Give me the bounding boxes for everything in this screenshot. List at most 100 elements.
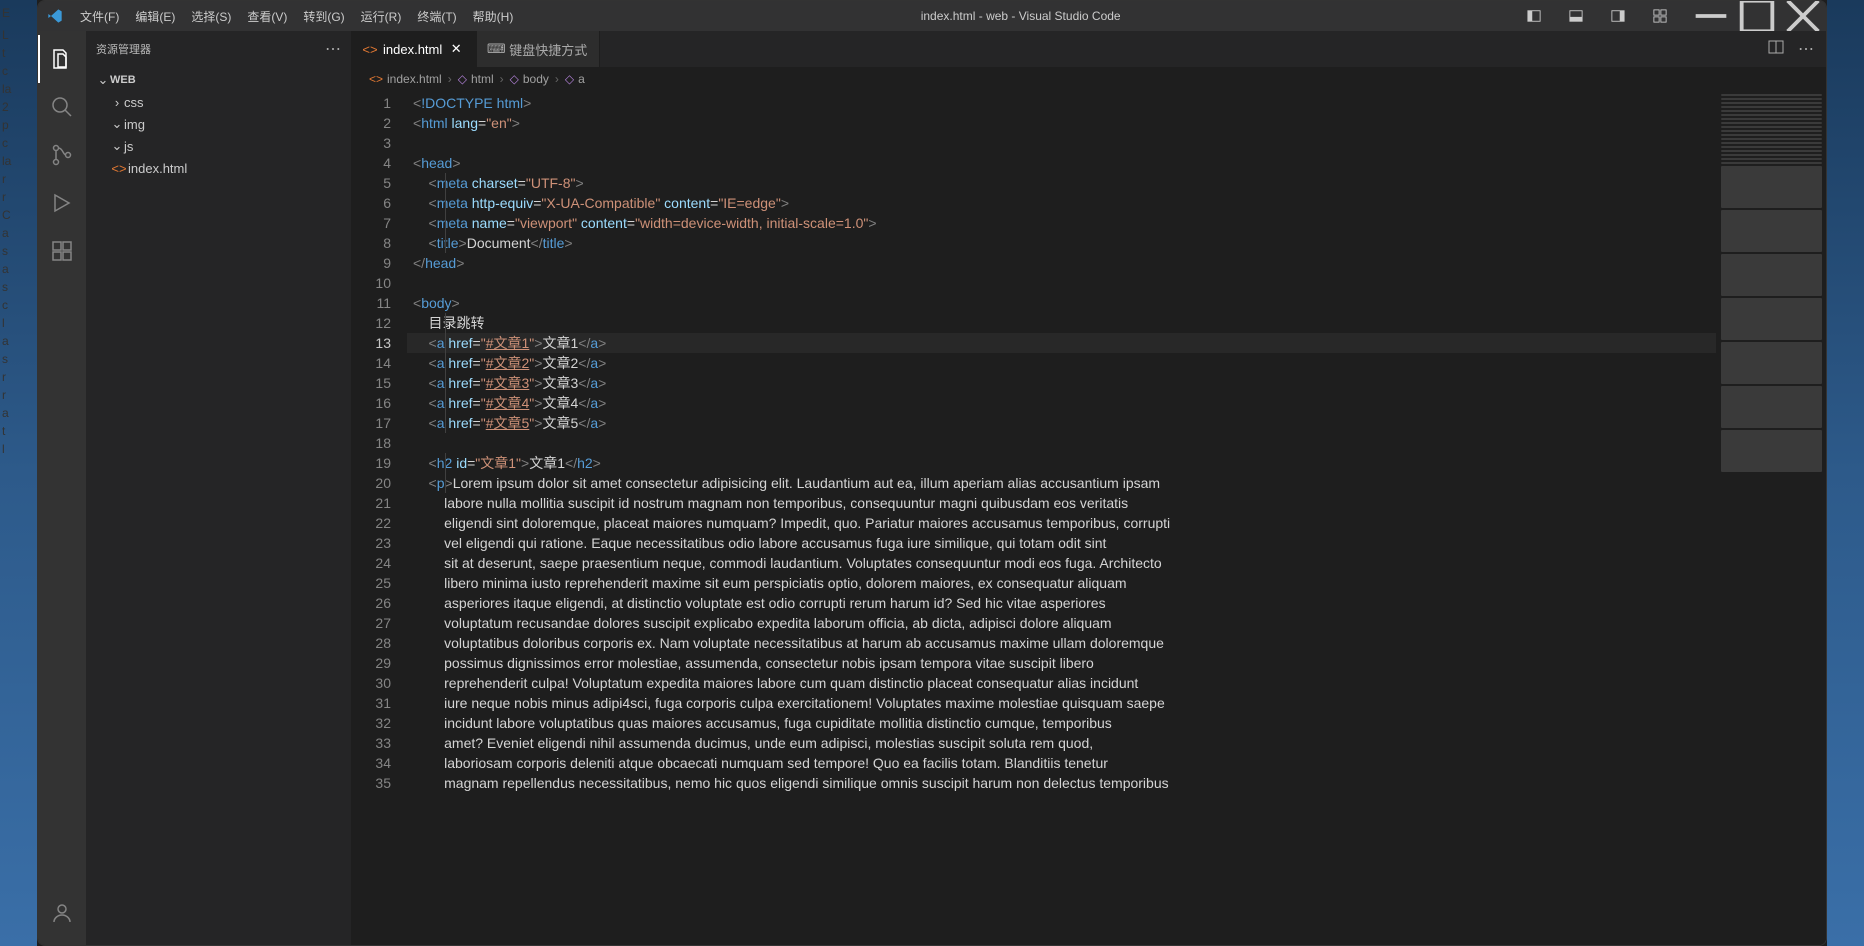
code-line[interactable]: asperiores itaque eligendi, at distincti… [407,593,1716,613]
line-number[interactable]: 7 [351,213,391,233]
tree-root[interactable]: ⌄ WEB [86,69,351,91]
line-number[interactable]: 23 [351,533,391,553]
code-editor[interactable]: <!DOCTYPE html><html lang="en"> <head> <… [407,91,1716,945]
source-control-icon[interactable] [38,131,86,179]
code-line[interactable]: amet? Eveniet eligendi nihil assumenda d… [407,733,1716,753]
line-number[interactable]: 33 [351,733,391,753]
tree-folder[interactable]: ⌄js [86,135,351,157]
line-number[interactable]: 31 [351,693,391,713]
line-number[interactable]: 13 [351,333,391,353]
editor-tab[interactable]: ⌨键盘快捷方式 [477,31,600,67]
code-line[interactable]: <a href="#文章4">文章4</a> [407,393,1716,413]
toggle-panel-bottom-icon[interactable] [1562,1,1590,31]
explorer-icon[interactable] [38,35,86,83]
code-line[interactable]: voluptatibus doloribus corporis ex. Nam … [407,633,1716,653]
menu-item[interactable]: 终端(T) [409,1,464,31]
line-number[interactable]: 10 [351,273,391,293]
code-line[interactable]: libero minima iusto reprehenderit maxime… [407,573,1716,593]
code-line[interactable]: laboriosam corporis deleniti atque obcae… [407,753,1716,773]
line-number[interactable]: 4 [351,153,391,173]
line-number[interactable]: 21 [351,493,391,513]
line-number[interactable]: 8 [351,233,391,253]
editor-tab[interactable]: <>index.html✕ [351,31,477,67]
close-button[interactable] [1780,1,1826,31]
code-line[interactable] [407,133,1716,153]
line-number[interactable]: 5 [351,173,391,193]
run-debug-icon[interactable] [38,179,86,227]
line-number[interactable]: 32 [351,713,391,733]
menu-item[interactable]: 运行(R) [353,1,410,31]
code-line[interactable]: <meta charset="UTF-8"> [407,173,1716,193]
code-line[interactable]: reprehenderit culpa! Voluptatum expedita… [407,673,1716,693]
split-editor-icon[interactable] [1768,39,1784,60]
accounts-icon[interactable] [38,889,86,937]
line-number[interactable]: 28 [351,633,391,653]
line-number[interactable]: 25 [351,573,391,593]
line-number[interactable]: 12 [351,313,391,333]
code-line[interactable]: <head> [407,153,1716,173]
minimap[interactable] [1716,91,1826,945]
line-number[interactable]: 30 [351,673,391,693]
menu-item[interactable]: 查看(V) [239,1,295,31]
menu-item[interactable]: 文件(F) [72,1,127,31]
code-line[interactable]: 目录跳转 [407,313,1716,333]
toggle-panel-right-icon[interactable] [1604,1,1632,31]
tree-folder[interactable]: ›css [86,91,351,113]
tree-file[interactable]: <>index.html [86,157,351,179]
line-number[interactable]: 22 [351,513,391,533]
code-line[interactable]: <!DOCTYPE html> [407,93,1716,113]
close-icon[interactable]: ✕ [448,41,464,57]
line-number[interactable]: 19 [351,453,391,473]
line-number[interactable]: 16 [351,393,391,413]
menu-item[interactable]: 选择(S) [183,1,239,31]
code-line[interactable]: <meta name="viewport" content="width=dev… [407,213,1716,233]
code-line[interactable]: iure neque nobis minus adipi4sci, fuga c… [407,693,1716,713]
line-number[interactable]: 2 [351,113,391,133]
breadcrumb-item[interactable]: ◇body [510,72,549,86]
code-line[interactable]: <a href="#文章5">文章5</a> [407,413,1716,433]
toggle-panel-left-icon[interactable] [1520,1,1548,31]
code-line[interactable]: possimus dignissimos error molestiae, as… [407,653,1716,673]
breadcrumb-item[interactable]: <>index.html [369,72,442,86]
code-line[interactable]: voluptatum recusandae dolores suscipit e… [407,613,1716,633]
code-line[interactable]: <p>Lorem ipsum dolor sit amet consectetu… [407,473,1716,493]
code-line[interactable]: <h2 id="文章1">文章1</h2> [407,453,1716,473]
code-line[interactable]: <title>Document</title> [407,233,1716,253]
extensions-icon[interactable] [38,227,86,275]
line-number[interactable]: 15 [351,373,391,393]
code-line[interactable]: magnam repellendus necessitatibus, nemo … [407,773,1716,793]
line-number[interactable]: 9 [351,253,391,273]
line-number[interactable]: 1 [351,93,391,113]
code-line[interactable] [407,433,1716,453]
line-number[interactable]: 27 [351,613,391,633]
sidebar-more-icon[interactable]: ⋯ [325,39,341,59]
line-number[interactable]: 29 [351,653,391,673]
menu-item[interactable]: 转到(G) [295,1,352,31]
line-number[interactable]: 14 [351,353,391,373]
breadcrumb-item[interactable]: ◇a [565,72,585,86]
line-number[interactable]: 6 [351,193,391,213]
breadcrumb-item[interactable]: ◇html [458,72,494,86]
line-number[interactable]: 34 [351,753,391,773]
customize-layout-icon[interactable] [1646,1,1674,31]
code-line[interactable]: labore nulla mollitia suscipit id nostru… [407,493,1716,513]
code-line[interactable]: sit at deserunt, saepe praesentium neque… [407,553,1716,573]
code-line[interactable]: incidunt labore voluptatibus quas maiore… [407,713,1716,733]
maximize-button[interactable] [1734,1,1780,31]
minimize-button[interactable] [1688,1,1734,31]
tree-folder[interactable]: ⌄img [86,113,351,135]
code-line[interactable]: eligendi sint doloremque, placeat maiore… [407,513,1716,533]
code-line[interactable]: <meta http-equiv="X-UA-Compatible" conte… [407,193,1716,213]
code-line[interactable] [407,273,1716,293]
search-icon[interactable] [38,83,86,131]
line-number[interactable]: 24 [351,553,391,573]
line-number[interactable]: 26 [351,593,391,613]
line-number[interactable]: 11 [351,293,391,313]
code-line[interactable]: <a href="#文章3">文章3</a> [407,373,1716,393]
line-number[interactable]: 17 [351,413,391,433]
menu-item[interactable]: 帮助(H) [465,1,522,31]
code-line[interactable]: </head> [407,253,1716,273]
line-number[interactable]: 20 [351,473,391,493]
code-line[interactable]: <body> [407,293,1716,313]
line-number[interactable]: 18 [351,433,391,453]
